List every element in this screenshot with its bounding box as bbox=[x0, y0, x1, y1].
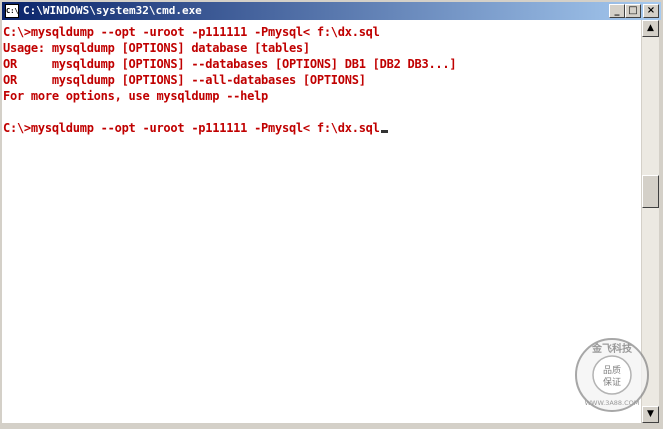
watermark-bottom-text: WWW.3A88.COM bbox=[585, 399, 640, 407]
minimize-button[interactable]: _ bbox=[609, 4, 625, 18]
cmd-icon[interactable]: C:\ bbox=[5, 4, 19, 18]
console-line: OR mysqldump [OPTIONS] --databases [OPTI… bbox=[3, 57, 457, 71]
console-line: OR mysqldump [OPTIONS] --all-databases [… bbox=[3, 73, 366, 87]
console-line: C:\>mysqldump --opt -uroot -p111111 -Pmy… bbox=[3, 25, 380, 39]
console-command: C:\>mysqldump --opt -uroot -p111111 -Pmy… bbox=[3, 121, 380, 135]
scrollbar-thumb[interactable] bbox=[642, 175, 659, 208]
scroll-up-arrow-icon[interactable]: ▲ bbox=[642, 20, 659, 37]
console-output[interactable]: C:\>mysqldump --opt -uroot -p111111 -Pmy… bbox=[2, 20, 641, 423]
watermark-seal: 金飞科技 品质 保证 WWW.3A88.COM bbox=[575, 338, 649, 412]
console-line: For more options, use mysqldump --help bbox=[3, 89, 269, 103]
watermark-middle-line2: 保证 bbox=[603, 376, 621, 388]
title-bar[interactable]: C:\ C:\WINDOWS\system32\cmd.exe _ □ × bbox=[2, 2, 661, 20]
maximize-button[interactable]: □ bbox=[625, 4, 641, 18]
window-title: C:\WINDOWS\system32\cmd.exe bbox=[23, 4, 202, 17]
console-prompt-line: C:\>mysqldump --opt -uroot -p111111 -Pmy… bbox=[3, 121, 388, 136]
watermark-top-text: 金飞科技 bbox=[591, 342, 633, 355]
close-button[interactable]: × bbox=[643, 4, 659, 18]
text-cursor bbox=[380, 130, 388, 133]
cmd-window: C:\ C:\WINDOWS\system32\cmd.exe _ □ × C:… bbox=[0, 0, 663, 429]
watermark-middle-line1: 品质 bbox=[603, 364, 621, 376]
console-line: Usage: mysqldump [OPTIONS] database [tab… bbox=[3, 41, 310, 55]
